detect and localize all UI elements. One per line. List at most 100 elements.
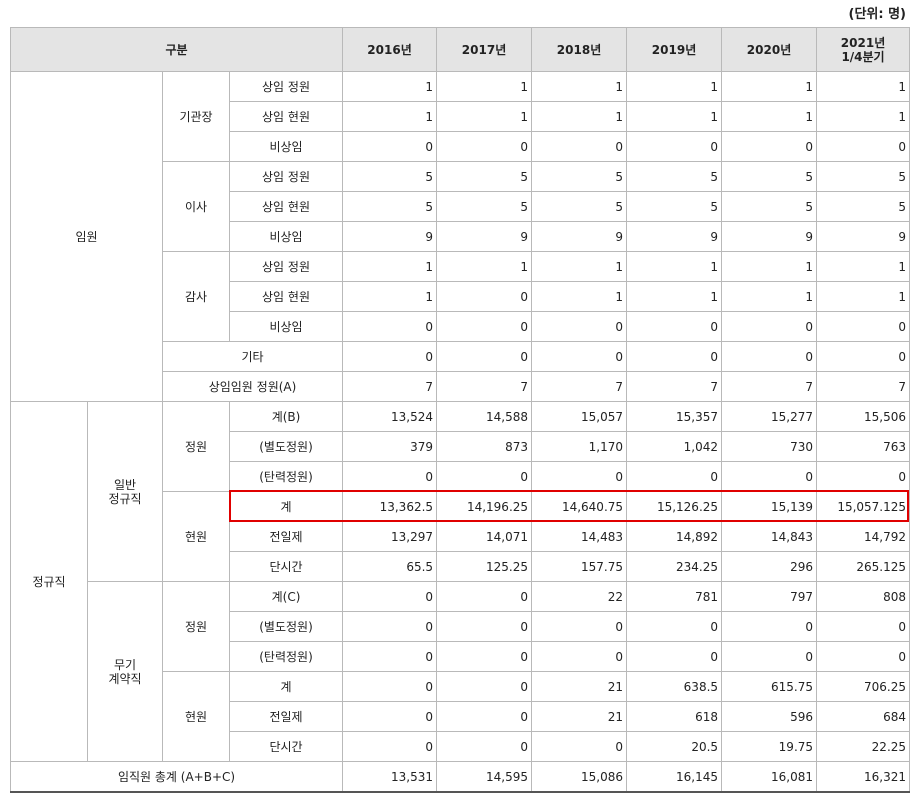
- value-cell: 0: [531, 311, 628, 342]
- row-label: 상임 현원: [228, 281, 344, 312]
- table-row: 임원 기관장 상임 정원 111111: [10, 71, 911, 402]
- header-year: 2016년: [342, 27, 438, 72]
- value-cell: 9: [816, 221, 911, 252]
- value-cell: 15,277: [721, 401, 818, 432]
- value-cell: 13,297: [342, 521, 438, 552]
- value-cell: 0: [816, 131, 911, 162]
- value-cell: 0: [436, 581, 533, 612]
- value-cell: 1,170: [531, 431, 628, 462]
- row-label: 비상임: [228, 311, 344, 342]
- value-cell: 0: [626, 641, 723, 672]
- value-cell: 0: [436, 701, 533, 732]
- value-cell: 16,081: [721, 761, 818, 793]
- value-cell: 21: [531, 701, 628, 732]
- value-cell: 9: [436, 221, 533, 252]
- row-label: 계(B): [228, 401, 344, 432]
- value-cell: 0: [342, 341, 438, 372]
- row-label: 계: [228, 671, 344, 702]
- header-year: 2018년: [531, 27, 628, 72]
- row-label: 상임 현원: [228, 191, 344, 222]
- value-cell: 9: [531, 221, 628, 252]
- value-cell: 0: [436, 461, 533, 492]
- value-cell: 5: [626, 191, 723, 222]
- value-cell: 14,640.75: [531, 491, 628, 522]
- value-cell: 596: [721, 701, 818, 732]
- value-cell: 16,321: [816, 761, 911, 793]
- value-cell: 5: [342, 191, 438, 222]
- value-cell: 15,057: [531, 401, 628, 432]
- value-cell: 13,524: [342, 401, 438, 432]
- value-cell: 15,506: [816, 401, 911, 432]
- value-cell: 14,483: [531, 521, 628, 552]
- value-cell: 5: [721, 161, 818, 192]
- value-cell: 0: [721, 311, 818, 342]
- value-cell: 1: [531, 101, 628, 132]
- value-cell: 0: [816, 461, 911, 492]
- value-cell: 1: [721, 71, 818, 102]
- value-cell: 14,843: [721, 521, 818, 552]
- value-cell: 0: [626, 341, 723, 372]
- value-cell: 0: [436, 641, 533, 672]
- value-cell: 0: [436, 611, 533, 642]
- value-cell: 65.5: [342, 551, 438, 582]
- subgroup-general-regular: 일반 정규직: [87, 401, 163, 582]
- value-cell: 9: [342, 221, 438, 252]
- value-cell: 0: [342, 461, 438, 492]
- header-year: 2017년: [436, 27, 533, 72]
- subgroup-director: 이사: [162, 161, 230, 252]
- value-cell: 5: [721, 191, 818, 222]
- subgroup-current: 현원: [162, 491, 230, 582]
- value-cell: 5: [436, 161, 533, 192]
- staff-table: 구분 2016년 2017년 2018년 2019년 2020년 2021년 1…: [9, 27, 911, 793]
- row-label: 상임 현원: [228, 101, 344, 132]
- row-label: 전일제: [228, 521, 344, 552]
- value-cell: 808: [816, 581, 911, 612]
- value-cell: 0: [721, 341, 818, 372]
- value-cell: 0: [436, 731, 533, 762]
- value-cell: 14,792: [816, 521, 911, 552]
- value-cell: 763: [816, 431, 911, 462]
- row-label: 비상임: [228, 221, 344, 252]
- value-cell: 13,362.5: [342, 491, 438, 522]
- header-row: 구분 2016년 2017년 2018년 2019년 2020년 2021년 1…: [9, 27, 911, 72]
- value-cell: 0: [436, 311, 533, 342]
- value-cell: 618: [626, 701, 723, 732]
- row-label: 단시간: [228, 731, 344, 762]
- value-cell: 0: [626, 131, 723, 162]
- value-cell: 0: [436, 341, 533, 372]
- value-cell: 0: [531, 341, 628, 372]
- value-cell: 0: [816, 341, 911, 372]
- value-cell: 0: [342, 611, 438, 642]
- value-cell: 5: [626, 161, 723, 192]
- value-cell: 1: [721, 101, 818, 132]
- value-cell: 15,086: [531, 761, 628, 793]
- value-cell: 0: [342, 671, 438, 702]
- value-cell: 7: [721, 371, 818, 402]
- row-label: 전일제: [228, 701, 344, 732]
- value-cell: 5: [436, 191, 533, 222]
- table-row: 무기 계약직 정원 계(C) 0 0 22 781 797 808: [11, 581, 911, 762]
- row-label: 기타: [161, 341, 344, 372]
- value-cell: 0: [531, 611, 628, 642]
- value-cell: 1,042: [626, 431, 723, 462]
- value-cell: 5: [816, 161, 911, 192]
- row-label: 상임임원 정원(A): [161, 371, 344, 402]
- row-label: (별도정원): [228, 431, 344, 462]
- value-cell: 0: [816, 611, 911, 642]
- value-cell: 1: [531, 281, 628, 312]
- group-executives: 임원: [10, 71, 163, 402]
- header-year: 2021년 1/4분기: [816, 27, 911, 72]
- value-cell: 0: [342, 311, 438, 342]
- value-cell: 1: [436, 251, 533, 282]
- row-label: 상임 정원: [228, 161, 344, 192]
- unit-label: (단위: 명): [848, 7, 907, 22]
- value-cell: 1: [626, 281, 723, 312]
- value-cell: 730: [721, 431, 818, 462]
- value-cell: 7: [626, 371, 723, 402]
- value-cell: 1: [342, 251, 438, 282]
- row-label: 상임 정원: [228, 251, 344, 282]
- value-cell: 0: [436, 671, 533, 702]
- value-cell: 296: [721, 551, 818, 582]
- value-cell: 15,126.25: [626, 491, 723, 522]
- value-cell: 15,139: [721, 491, 818, 522]
